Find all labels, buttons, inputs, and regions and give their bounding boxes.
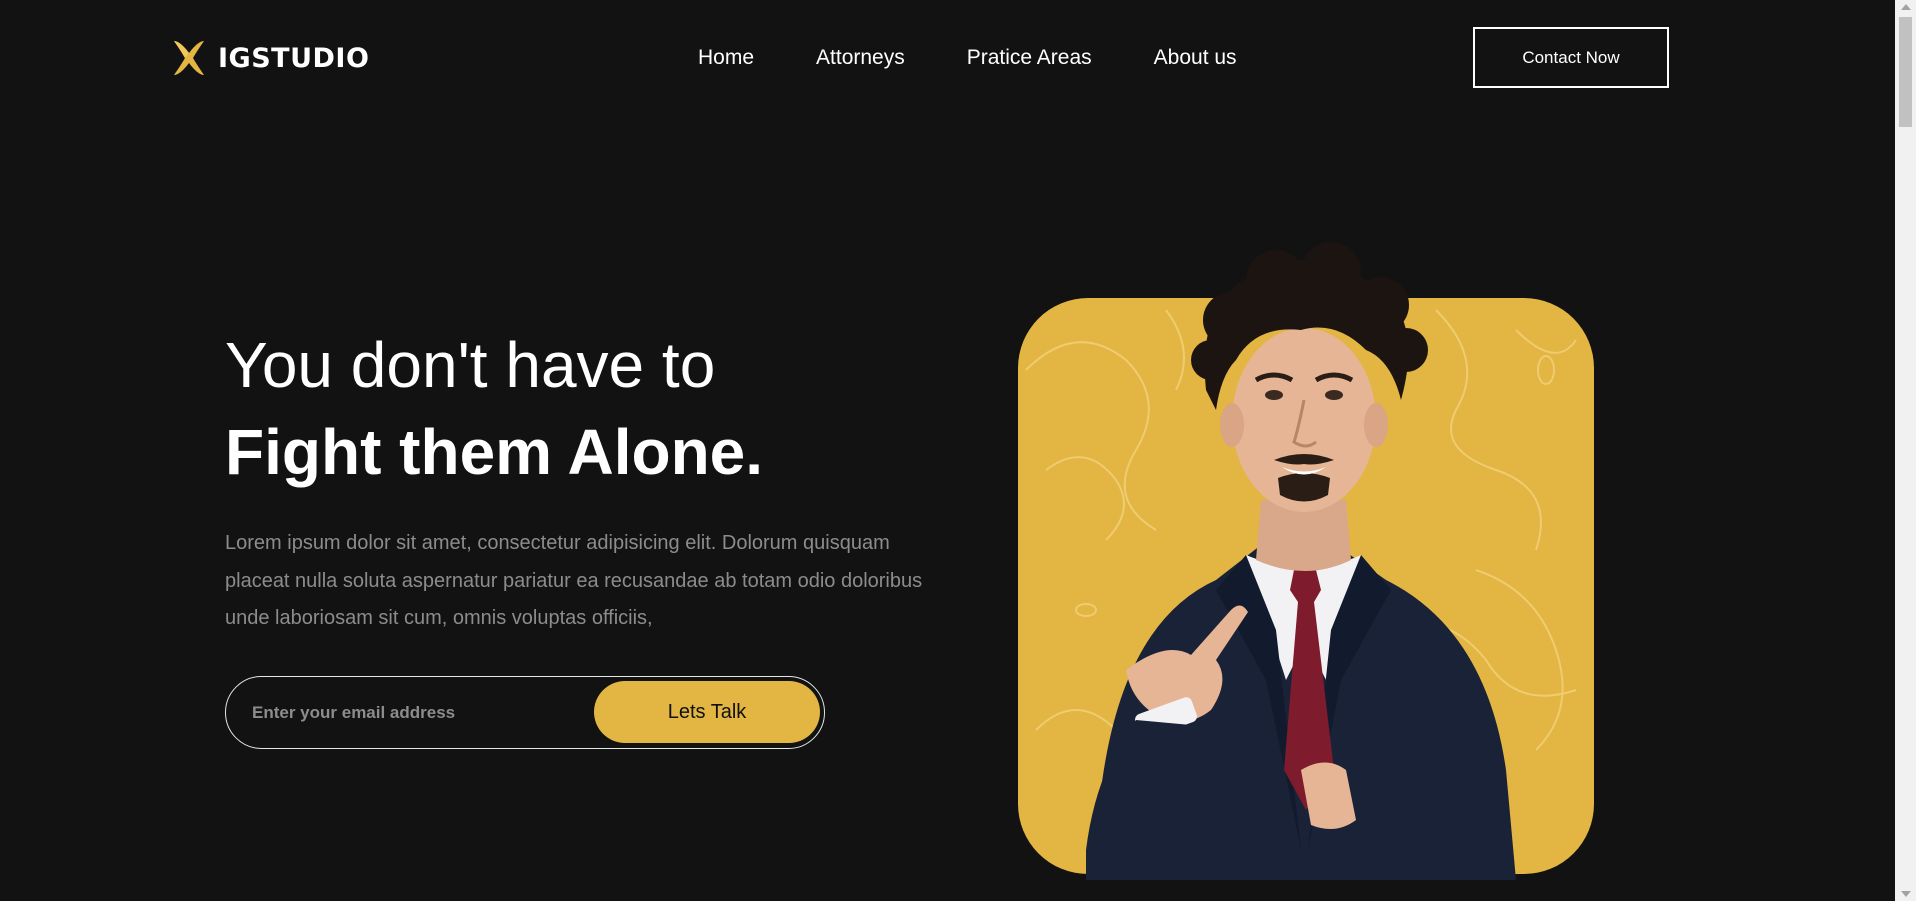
brand-logo[interactable]: IGSTUDIO bbox=[168, 37, 369, 79]
nav-item-attorneys[interactable]: Attorneys bbox=[816, 46, 905, 70]
main-nav: Home Attorneys Pratice Areas About us bbox=[698, 46, 1237, 70]
hero-portrait-image bbox=[1018, 242, 1594, 880]
brand-name: IGSTUDIO bbox=[218, 42, 370, 74]
nav-item-home[interactable]: Home bbox=[698, 46, 754, 70]
hero-title: You don't have to Fight them Alone. bbox=[225, 327, 763, 501]
landing-page: IGSTUDIO Home Attorneys Pratice Areas Ab… bbox=[0, 0, 1916, 901]
hero-title-line-2: Fight them Alone. bbox=[225, 416, 764, 488]
hero-title-line-1: You don't have to bbox=[225, 329, 716, 401]
email-signup-form: Lets Talk bbox=[225, 676, 825, 749]
email-input[interactable] bbox=[250, 695, 584, 731]
hero-description: Lorem ipsum dolor sit amet, consectetur … bbox=[225, 532, 923, 629]
site-header: IGSTUDIO Home Attorneys Pratice Areas Ab… bbox=[0, 0, 1895, 118]
contact-now-button[interactable]: Contact Now bbox=[1473, 27, 1669, 88]
x-logo-icon bbox=[174, 41, 204, 75]
page-scrollbar[interactable] bbox=[1895, 0, 1916, 901]
nav-item-about-us[interactable]: About us bbox=[1154, 46, 1237, 70]
scroll-thumb[interactable] bbox=[1899, 17, 1912, 127]
lets-talk-button[interactable]: Lets Talk bbox=[594, 681, 820, 743]
scroll-down-arrow-icon[interactable] bbox=[1901, 891, 1911, 897]
scroll-up-arrow-icon[interactable] bbox=[1901, 4, 1911, 10]
nav-item-practice-areas[interactable]: Pratice Areas bbox=[967, 46, 1092, 70]
